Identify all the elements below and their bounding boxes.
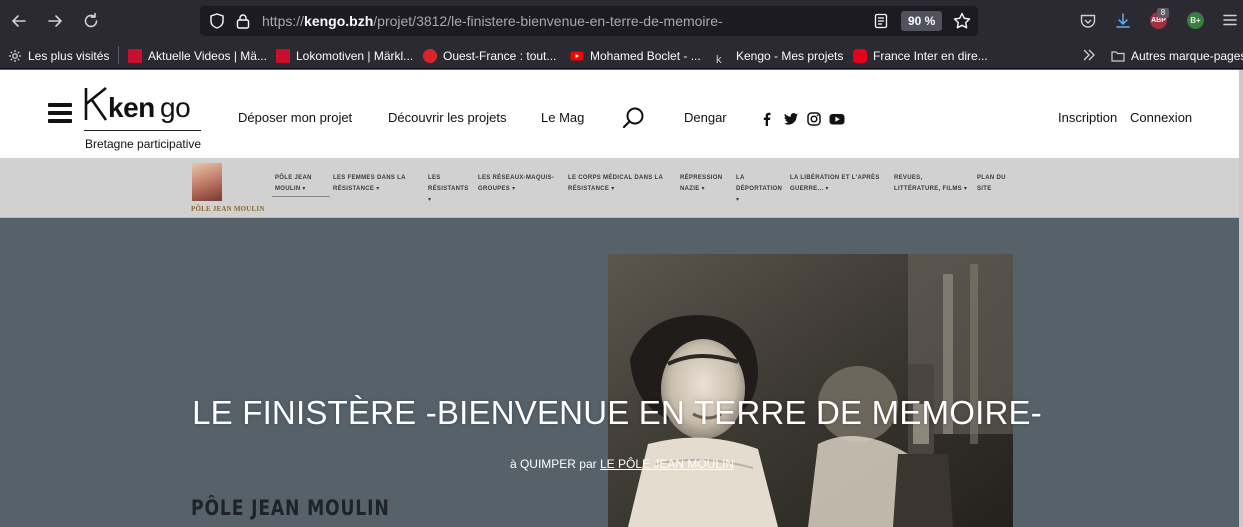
subnav-item-site-map[interactable]: PLAN DU SITE — [977, 173, 1006, 195]
pocket-icon[interactable] — [1078, 11, 1098, 31]
ouest-france-logo-icon — [423, 49, 437, 63]
facebook-icon[interactable] — [759, 111, 775, 127]
pole-jean-moulin-logo-text: PÔLE JEAN MOULIN — [191, 205, 265, 213]
subnav-item-deportation[interactable]: LA DÉPORTATION ▾ — [736, 173, 782, 206]
forward-arrow-icon[interactable] — [44, 10, 66, 32]
france-inter-logo-icon — [853, 49, 867, 63]
subnav-item-medical-corps[interactable]: LE CORPS MÉDICAL DANS LA RÉSISTANCE ▾ — [568, 173, 663, 195]
lock-icon[interactable] — [234, 12, 252, 30]
bookmark-ouest-france[interactable]: Ouest-France : tout... — [423, 47, 556, 65]
back-arrow-icon[interactable] — [8, 10, 30, 32]
bookmark-aktuelle-videos[interactable]: Aktuelle Videos | Mä... — [128, 47, 267, 65]
adblock-count-badge: 8 — [1157, 8, 1169, 18]
marklin-logo-icon — [128, 49, 142, 63]
kengo-logo[interactable]: ken go — [84, 84, 204, 132]
youtube-logo-icon — [570, 49, 584, 63]
project-title: LE FINISTÈRE -BIENVENUE EN TERRE DE MEMO… — [192, 394, 1042, 431]
page-scrollbar[interactable] — [1239, 70, 1243, 527]
subnav-item-reviews-literature[interactable]: REVUES, LITTÉRATURE, FILMS ▾ — [894, 173, 967, 195]
gear-icon — [8, 49, 22, 63]
nav-le-mag[interactable]: Le Mag — [541, 110, 584, 125]
instagram-icon[interactable] — [806, 111, 822, 127]
site-menu-icon[interactable] — [48, 103, 72, 123]
bookmark-france-inter[interactable]: France Inter en dire... — [853, 47, 988, 65]
bookmark-separator — [118, 46, 119, 64]
hero-photo-illustration — [608, 254, 1013, 527]
twitter-icon[interactable] — [783, 111, 799, 127]
subnav-item-nazi-repression[interactable]: RÉPRESSION NAZIE ▾ — [680, 173, 722, 195]
site-header: ken go Bretagne participative Déposer mo… — [0, 70, 1243, 158]
section-title: PÔLE JEAN MOULIN — [191, 496, 390, 520]
tracking-shield-icon[interactable] — [208, 12, 226, 30]
url-text[interactable]: https://kengo.bzh/projet/3812/le-finiste… — [262, 13, 723, 29]
project-hero: LE FINISTÈRE -BIENVENUE EN TERRE DE MEMO… — [0, 219, 1243, 527]
project-byline: à QUIMPER par LE PÔLE JEAN MOULIN — [509, 457, 735, 471]
kengo-logo-icon: k — [716, 54, 722, 66]
subnav-item-liberation[interactable]: LA LIBÉRATION ET L'APRÈS GUERRE... ▾ — [790, 173, 880, 195]
author-link[interactable]: LE PÔLE JEAN MOULIN — [600, 457, 734, 471]
bookmarks-bar: Les plus visités Aktuelle Videos | Mä...… — [0, 42, 1243, 69]
folder-icon — [1111, 49, 1125, 63]
marklin-logo-icon — [276, 49, 290, 63]
bookmark-mohamed-boclet[interactable]: Mohamed Boclet - ... — [570, 47, 701, 65]
bookmark-kengo[interactable]: k Kengo - Mes projets — [716, 47, 843, 66]
pole-jean-moulin-portrait-logo[interactable] — [192, 163, 222, 201]
subnav-item-resistants[interactable]: LES RÉSISTANTS ▾ — [428, 173, 469, 206]
zoom-level-badge[interactable]: 90 % — [901, 11, 943, 31]
bookmark-most-visited[interactable]: Les plus visités — [8, 47, 109, 65]
hamburger-menu-icon[interactable] — [1222, 12, 1238, 28]
bookmark-lokomotiven[interactable]: Lokomotiven | Märkl... — [276, 47, 413, 65]
signup-link[interactable]: Inscription — [1058, 110, 1117, 125]
subnav-active-underline — [272, 196, 330, 197]
pole-jean-moulin-nav: PÔLE JEAN MOULIN PÔLE JEAN MOULIN ▾ LES F… — [0, 158, 1243, 218]
hero-photo-woman-factory — [608, 254, 1013, 527]
bookmark-star-icon[interactable] — [952, 11, 972, 31]
url-bar[interactable]: https://kengo.bzh/projet/3812/le-finiste… — [200, 6, 978, 36]
login-link[interactable]: Connexion — [1130, 110, 1192, 125]
svg-text:ken: ken — [108, 92, 155, 123]
bookmark-other-bookmarks[interactable]: Autres marque-pages — [1111, 47, 1243, 65]
subnav-item-women-resistance[interactable]: LES FEMMES DANS LA RÉSISTANCE ▾ — [333, 173, 406, 195]
extension-b-plus-icon[interactable]: B+ — [1187, 12, 1204, 29]
logo-divider — [84, 130, 201, 131]
subnav-item-networks-maquis[interactable]: LES RÉSEAUX-MAQUIS- GROUPES ▾ — [478, 173, 554, 195]
logo-tagline: Bretagne participative — [85, 137, 202, 151]
svg-text:go: go — [160, 92, 190, 123]
youtube-icon[interactable] — [829, 111, 845, 127]
nav-submit-project[interactable]: Déposer mon projet — [238, 110, 352, 125]
reload-icon[interactable] — [80, 10, 102, 32]
browser-toolbar: https://kengo.bzh/projet/3812/le-finiste… — [0, 0, 1243, 42]
nav-discover-projects[interactable]: Découvrir les projets — [388, 110, 507, 125]
reader-view-icon[interactable] — [872, 12, 890, 30]
search-icon[interactable] — [622, 106, 646, 130]
downloads-icon[interactable] — [1113, 11, 1133, 31]
nav-dengar[interactable]: Dengar — [684, 110, 727, 125]
bookmarks-overflow-chevron-icon[interactable] — [1081, 47, 1097, 65]
subnav-item-pole-jean-moulin[interactable]: PÔLE JEAN MOULIN ▾ — [275, 173, 312, 195]
